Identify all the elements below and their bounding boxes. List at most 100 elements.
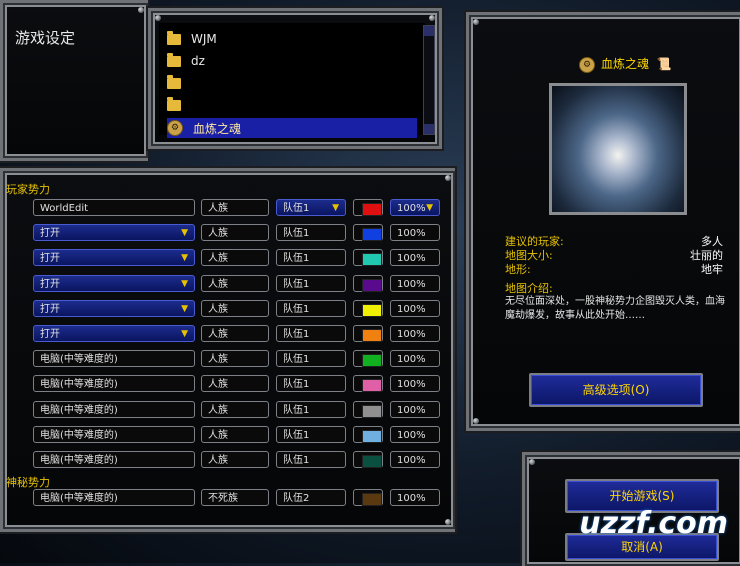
color-select[interactable] xyxy=(353,275,383,292)
team-select[interactable]: 队伍1 xyxy=(276,249,346,266)
team-select-label: 队伍1 xyxy=(283,304,310,315)
race-select[interactable]: 人族 xyxy=(201,375,269,392)
player-name-select-label: 打开 xyxy=(40,253,60,264)
player-name-select[interactable]: WorldEdit xyxy=(33,199,195,216)
race-select[interactable]: 人族 xyxy=(201,426,269,443)
map-description-label: 地图介绍: xyxy=(505,282,553,295)
color-select[interactable] xyxy=(353,350,383,367)
handicap-select[interactable]: 100% xyxy=(390,224,440,241)
map-gear-icon: ⚙ xyxy=(579,56,595,73)
scroll-up-icon[interactable] xyxy=(424,26,434,36)
race-select-label: 人族 xyxy=(208,405,228,416)
map-preview-image xyxy=(549,83,687,215)
map-list-scrollbar[interactable] xyxy=(423,25,435,135)
player-name-select-label: 打开 xyxy=(40,279,60,290)
handicap-select[interactable]: 100% xyxy=(390,426,440,443)
player-name-select[interactable]: 电脑(中等难度的) xyxy=(33,401,195,418)
team-select[interactable]: 队伍1 xyxy=(276,300,346,317)
map-title-text: 血炼之魂 xyxy=(601,57,650,71)
team-select[interactable]: 队伍1 xyxy=(276,325,346,342)
terrain-label: 地形: xyxy=(505,263,531,276)
color-select[interactable] xyxy=(353,199,383,216)
handicap-select[interactable]: 100% xyxy=(390,350,440,367)
rivet-decoration xyxy=(529,459,535,465)
color-select[interactable] xyxy=(353,451,383,468)
player-name-select[interactable]: 电脑(中等难度的) xyxy=(33,451,195,468)
color-select[interactable] xyxy=(353,401,383,418)
map-list-item-folder[interactable]: dz xyxy=(167,51,417,71)
map-list-item-selected[interactable]: ⚙ 血炼之魂 xyxy=(167,118,417,138)
rivet-decoration xyxy=(155,15,161,21)
team-select[interactable]: 队伍1 xyxy=(276,426,346,443)
handicap-select[interactable]: 100% xyxy=(390,300,440,317)
handicap-select[interactable]: 100% xyxy=(390,451,440,468)
map-list[interactable]: WJM dz ⚙ 血炼之魂 xyxy=(159,23,425,138)
color-select[interactable] xyxy=(353,224,383,241)
color-select[interactable] xyxy=(353,489,383,506)
handicap-select-label: 100% xyxy=(397,379,426,390)
team-select[interactable]: 队伍1 xyxy=(276,350,346,367)
race-select-label: 人族 xyxy=(208,455,228,466)
player-name-select[interactable]: 电脑(中等难度的) xyxy=(33,426,195,443)
race-select[interactable]: 人族 xyxy=(201,199,269,216)
team-select[interactable]: 队伍1 xyxy=(276,375,346,392)
color-swatch xyxy=(362,430,382,443)
race-select[interactable]: 人族 xyxy=(201,300,269,317)
map-list-item-folder[interactable]: WJM xyxy=(167,29,417,49)
advanced-options-button[interactable]: 高级选项(O) xyxy=(529,373,703,407)
handicap-select-label: 100% xyxy=(397,253,426,264)
race-select[interactable]: 不死族 xyxy=(201,489,269,506)
player-name-select[interactable]: 打开 xyxy=(33,275,195,293)
player-name-select-label: 打开 xyxy=(40,329,60,340)
player-name-select[interactable]: 打开 xyxy=(33,224,195,242)
handicap-select[interactable]: 100% xyxy=(390,199,440,217)
color-select[interactable] xyxy=(353,300,383,317)
handicap-select[interactable]: 100% xyxy=(390,275,440,292)
player-name-select[interactable]: 打开 xyxy=(33,249,195,267)
race-select[interactable]: 人族 xyxy=(201,275,269,292)
race-select[interactable]: 人族 xyxy=(201,350,269,367)
team-select-label: 队伍1 xyxy=(283,379,310,390)
folder-icon xyxy=(167,74,181,89)
race-select[interactable]: 人族 xyxy=(201,325,269,342)
race-select-label: 人族 xyxy=(208,203,228,214)
handicap-select[interactable]: 100% xyxy=(390,249,440,266)
team-select[interactable]: 队伍1 xyxy=(276,224,346,241)
race-select-label: 人族 xyxy=(208,279,228,290)
color-swatch xyxy=(362,493,382,506)
color-swatch xyxy=(362,455,382,468)
team-select[interactable]: 队伍1 xyxy=(276,275,346,292)
team-select[interactable]: 队伍1 xyxy=(276,401,346,418)
handicap-select[interactable]: 100% xyxy=(390,401,440,418)
player-name-select[interactable]: 打开 xyxy=(33,300,195,318)
race-select[interactable]: 人族 xyxy=(201,224,269,241)
team-select[interactable]: 队伍1 xyxy=(276,451,346,468)
race-select[interactable]: 人族 xyxy=(201,249,269,266)
handicap-select[interactable]: 100% xyxy=(390,325,440,342)
race-select[interactable]: 人族 xyxy=(201,401,269,418)
map-list-item-folder[interactable] xyxy=(167,73,417,93)
map-list-item-folder[interactable] xyxy=(167,95,417,115)
player-name-select[interactable]: 电脑(中等难度的) xyxy=(33,350,195,367)
rivet-decoration xyxy=(138,7,144,13)
color-select[interactable] xyxy=(353,426,383,443)
color-swatch xyxy=(362,304,382,317)
rivet-decoration xyxy=(445,519,451,525)
team-select[interactable]: 队伍2 xyxy=(276,489,346,506)
player-name-select[interactable]: 打开 xyxy=(33,325,195,343)
color-select[interactable] xyxy=(353,249,383,266)
game-settings-panel: 游戏设定 xyxy=(0,0,148,161)
folder-icon xyxy=(167,30,181,45)
color-select[interactable] xyxy=(353,325,383,342)
player-name-select-label: 打开 xyxy=(40,304,60,315)
race-select[interactable]: 人族 xyxy=(201,451,269,468)
color-select[interactable] xyxy=(353,375,383,392)
rivet-decoration xyxy=(445,175,451,181)
scroll-down-icon[interactable] xyxy=(424,124,434,134)
map-gear-icon: ⚙ xyxy=(167,120,183,136)
player-name-select[interactable]: 电脑(中等难度的) xyxy=(33,375,195,392)
player-name-select[interactable]: 电脑(中等难度的) xyxy=(33,489,195,506)
handicap-select[interactable]: 100% xyxy=(390,375,440,392)
team-select[interactable]: 队伍1 xyxy=(276,199,346,217)
handicap-select[interactable]: 100% xyxy=(390,489,440,506)
